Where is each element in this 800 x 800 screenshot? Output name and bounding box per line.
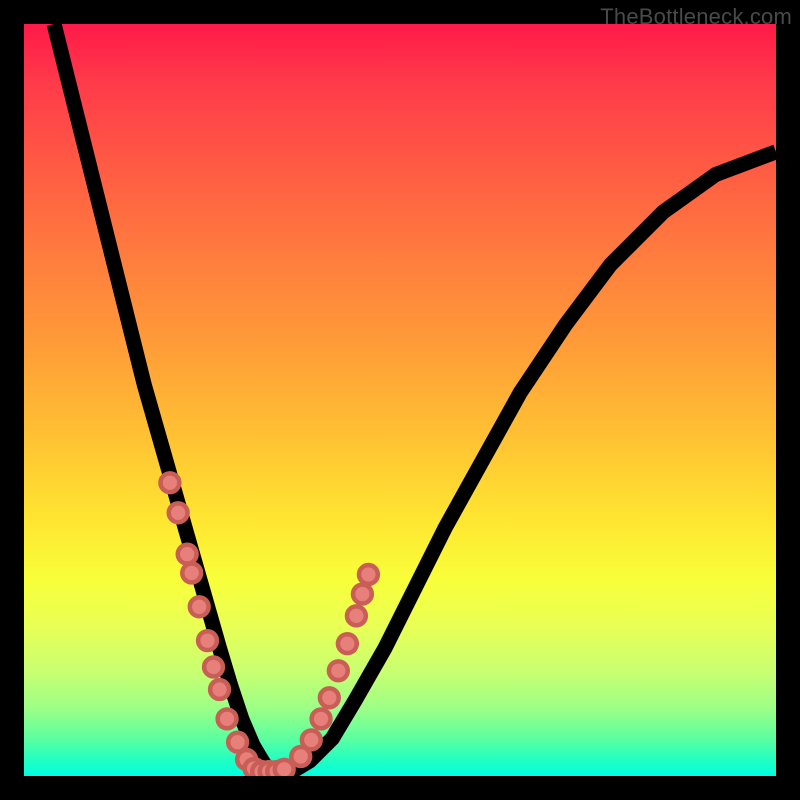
curve-layer <box>24 24 776 776</box>
marker-dot <box>312 709 331 728</box>
watermark-text: TheBottleneck.com <box>600 4 792 30</box>
marker-dot <box>198 631 217 650</box>
marker-dot <box>329 661 348 680</box>
marker-dot <box>204 658 223 677</box>
marker-dot <box>338 634 357 653</box>
marker-dot <box>160 473 179 492</box>
plot-area <box>24 24 776 776</box>
marker-dot <box>190 597 209 616</box>
marker-dot <box>347 606 366 625</box>
chart-frame: TheBottleneck.com <box>0 0 800 800</box>
bottleneck-curve <box>54 24 776 772</box>
marker-dot <box>182 564 201 583</box>
marker-dot <box>169 503 188 522</box>
marker-dot <box>218 709 237 728</box>
marker-dot <box>359 565 378 584</box>
marker-dot <box>320 688 339 707</box>
marker-dot <box>210 680 229 699</box>
marker-dot <box>302 731 321 750</box>
marker-dot <box>353 585 372 604</box>
marker-dot <box>178 545 197 564</box>
